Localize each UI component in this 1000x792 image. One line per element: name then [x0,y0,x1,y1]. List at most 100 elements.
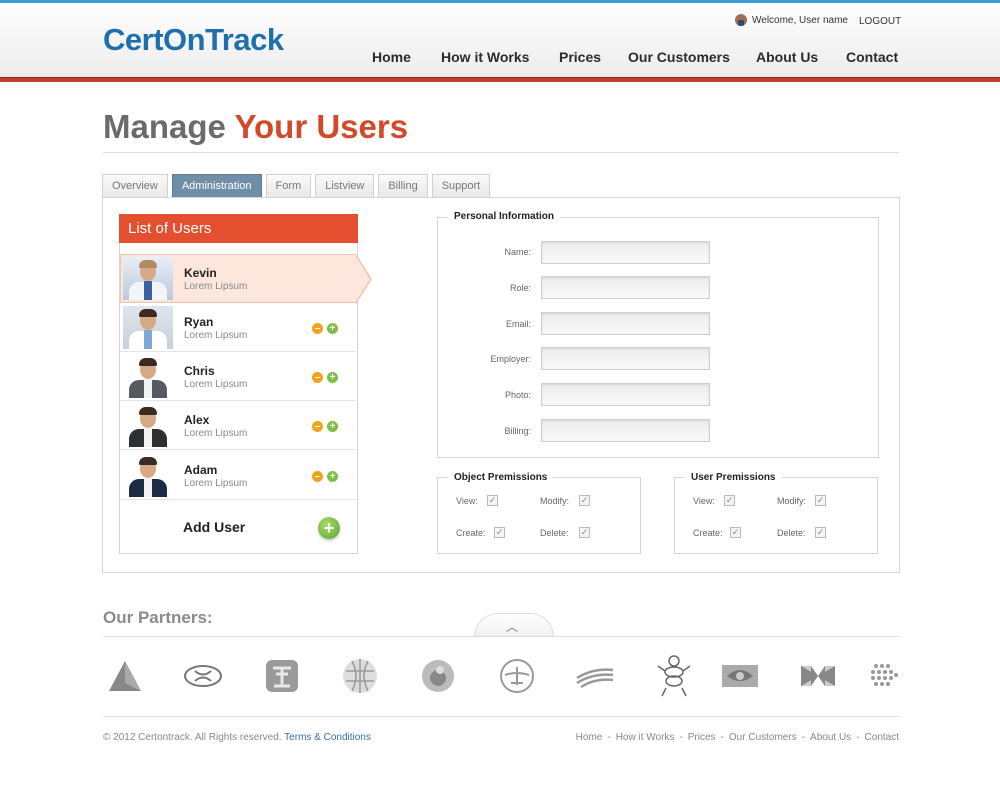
michelin-logo-icon[interactable] [654,655,694,697]
title-divider [103,152,899,153]
chinese-seal-logo-icon[interactable] [262,656,302,696]
remove-icon[interactable]: – [312,471,323,482]
object-permissions-legend: Object Premissions [448,472,554,483]
object-modify-label: Modify: [540,496,570,506]
object-modify-checkbox[interactable]: ✓ [579,495,590,506]
footer-nav-contact[interactable]: Contact [865,732,899,743]
footer-nav-about-us[interactable]: About Us [810,732,851,743]
object-delete-checkbox[interactable]: ✓ [579,527,590,538]
nvidia-logo-icon[interactable] [720,656,760,696]
tab-overview[interactable]: Overview [102,174,168,198]
list-item[interactable]: Ryan Lorem Lipsum – + [120,303,356,352]
partners-title: Our Partners: [103,608,213,627]
lufthansa-logo-icon[interactable] [497,656,537,696]
tab-administration[interactable]: Administration [171,174,262,198]
welcome-message: Welcome, User name [735,14,848,26]
add-user-label[interactable]: Add User [183,519,245,535]
remove-icon[interactable]: – [312,421,323,432]
footer-nav-home[interactable]: Home [576,732,603,743]
user-name: Ryan [184,315,214,329]
footer-nav-our-customers[interactable]: Our Customers [729,732,797,743]
nav-prices[interactable]: Prices [559,49,601,65]
role-field[interactable] [541,276,710,299]
name-label: Name: [504,247,531,257]
user-create-label: Create: [693,528,723,538]
user-permissions-fieldset [674,477,878,554]
dotted-globe-logo-icon[interactable] [864,656,904,696]
tab-form[interactable]: Form [265,174,312,198]
footer-nav-how-it-works[interactable]: How it Works [616,732,675,743]
user-view-checkbox[interactable]: ✓ [724,495,735,506]
footer-separator: - [679,732,683,743]
user-photo [123,306,173,349]
user-avatar-icon [735,14,747,26]
user-subtitle: Lorem Lipsum [184,379,248,390]
logout-link[interactable]: LOGOUT [859,16,901,27]
user-modify-checkbox[interactable]: ✓ [815,495,826,506]
site-logo[interactable]: CertOnTrack [103,22,284,58]
name-field[interactable] [541,241,710,264]
delta-logo-icon[interactable] [105,656,145,696]
object-view-label: View: [456,496,478,506]
remove-icon[interactable]: – [312,323,323,334]
add-icon[interactable]: + [327,323,338,334]
list-item[interactable]: Adam Lorem Lipsum – + [120,451,356,500]
object-permissions-fieldset [437,477,641,554]
hsbc-logo-icon[interactable] [798,656,838,696]
nav-our-customers[interactable]: Our Customers [628,49,730,65]
chevron-up-icon[interactable]: ︿ [506,618,518,635]
email-field[interactable] [541,312,710,335]
employer-field[interactable] [541,347,710,370]
terms-link[interactable]: Terms & Conditions [284,732,371,743]
object-delete-label: Delete: [540,528,569,538]
photo-field[interactable] [541,383,710,406]
nav-home[interactable]: Home [372,49,411,65]
add-icon[interactable]: + [327,372,338,383]
copyright-text: © 2012 Certontrack. All Rights reserved. [103,732,282,743]
object-view-checkbox[interactable]: ✓ [487,495,498,506]
copyright: © 2012 Certontrack. All Rights reserved.… [103,732,371,743]
remove-icon[interactable]: – [312,372,323,383]
list-item[interactable]: Kevin Lorem Lipsum [120,254,356,303]
user-modify-label: Modify: [777,496,807,506]
vodafone-logo-icon[interactable] [418,656,458,696]
add-icon[interactable]: + [327,471,338,482]
user-subtitle: Lorem Lipsum [184,330,248,341]
selected-arrow-fill [355,255,370,303]
hyundai-logo-icon[interactable] [183,656,223,696]
tab-billing[interactable]: Billing [378,174,428,198]
list-item[interactable]: Chris Lorem Lipsum – + [120,352,356,401]
add-user-button[interactable]: + [318,517,340,539]
nav-how-it-works[interactable]: How it Works [441,49,529,65]
user-actions: – + [312,323,338,334]
header-red-bar [0,77,1000,82]
user-actions: – + [312,372,338,383]
user-delete-checkbox[interactable]: ✓ [815,527,826,538]
user-actions: – + [312,421,338,432]
object-create-checkbox[interactable]: ✓ [494,527,505,538]
user-permissions-legend: User Premissions [685,472,782,483]
tab-support[interactable]: Support [431,174,491,198]
nav-about-us[interactable]: About Us [756,49,818,65]
add-icon[interactable]: + [327,421,338,432]
object-create-label: Create: [456,528,486,538]
email-label: Email: [505,319,531,329]
user-actions: – + [312,471,338,482]
nav-contact[interactable]: Contact [846,49,898,65]
welcome-text: Welcome, User name [752,14,848,26]
employer-label: Employer: [490,354,531,364]
user-name: Kevin [184,266,217,280]
billing-label: Billing: [504,426,531,436]
billing-field[interactable] [541,419,710,442]
tab-listview[interactable]: Listview [315,174,375,198]
list-item[interactable]: Alex Lorem Lipsum – + [120,401,356,450]
wikipedia-logo-icon[interactable] [340,656,380,696]
footer-separator: - [720,732,724,743]
tab-bar: Overview Administration Form Listview Bi… [102,174,491,198]
footer-separator: - [607,732,611,743]
bank-of-america-logo-icon[interactable] [575,656,615,696]
footer-nav-prices[interactable]: Prices [688,732,716,743]
users-list-heading: List of Users [119,214,358,243]
user-create-checkbox[interactable]: ✓ [730,527,741,538]
user-name: Alex [184,413,210,427]
